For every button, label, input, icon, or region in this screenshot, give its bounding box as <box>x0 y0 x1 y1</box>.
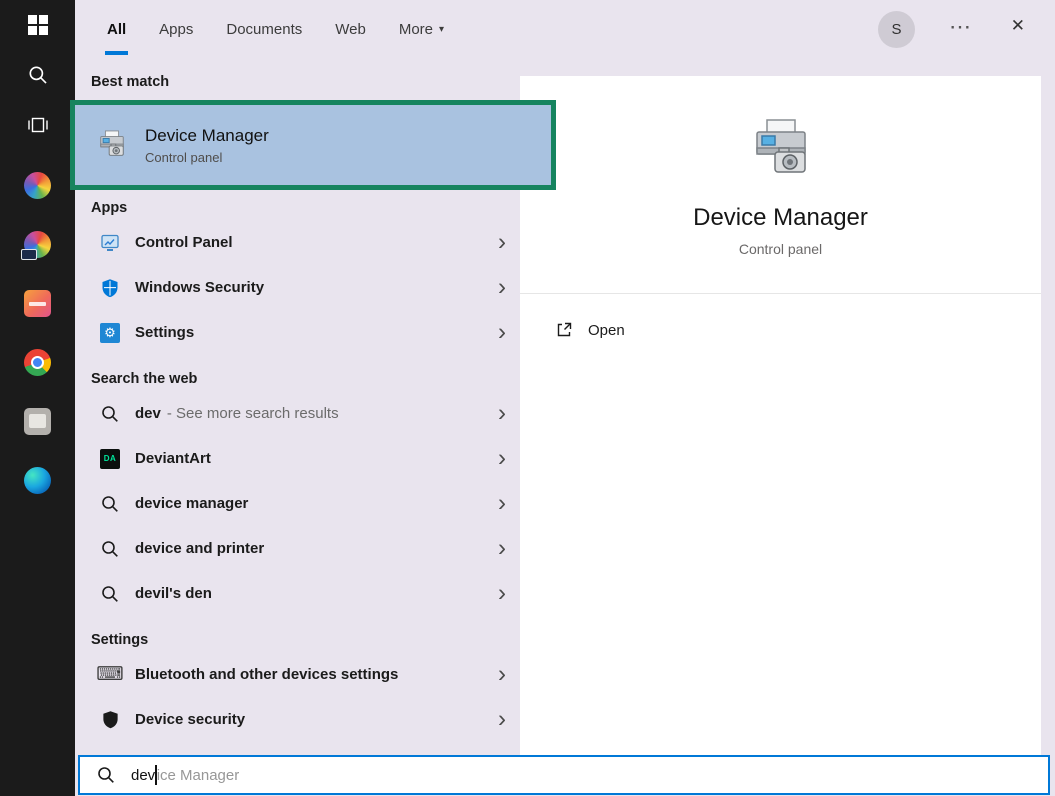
avatar-initial: S <box>891 21 901 38</box>
chrome-icon <box>24 349 51 376</box>
preview-subtitle: Control panel <box>739 241 822 257</box>
tab-web[interactable]: Web <box>335 0 366 58</box>
user-avatar[interactable]: S <box>878 11 915 48</box>
result-device-security[interactable]: Device security › <box>75 697 520 742</box>
tab-more[interactable]: More ▾ <box>399 0 444 58</box>
chevron-right-icon[interactable]: › <box>498 662 506 686</box>
section-apps: Apps <box>75 196 520 220</box>
results-panel: Best match Device Manager Control panel … <box>75 58 520 796</box>
taskbar-app-orange[interactable] <box>0 274 75 333</box>
result-label: Windows Security <box>135 279 264 296</box>
chevron-right-icon[interactable]: › <box>498 491 506 515</box>
result-label: Control Panel <box>135 234 233 251</box>
taskbar <box>0 0 75 796</box>
task-view-icon <box>26 114 50 136</box>
result-control-panel[interactable]: Control Panel › <box>75 220 520 265</box>
start-button[interactable] <box>0 0 75 50</box>
preview-panel: Device Manager Control panel Open <box>520 76 1041 755</box>
device-manager-icon <box>95 130 129 160</box>
chevron-right-icon[interactable]: › <box>498 320 506 344</box>
chevron-right-icon[interactable]: › <box>498 275 506 299</box>
best-match-text: Device Manager Control panel <box>145 126 269 165</box>
search-header: All Apps Documents Web More ▾ S ⋯ ✕ <box>75 0 1055 58</box>
device-manager-icon-large <box>744 118 818 182</box>
edge-icon <box>24 467 51 494</box>
open-label: Open <box>588 322 625 339</box>
section-best-match: Best match <box>75 70 520 94</box>
taskbar-app-photos[interactable] <box>0 392 75 451</box>
search-suggestion-text: ice Manager <box>157 767 240 784</box>
result-label: Bluetooth and other devices settings <box>135 666 398 683</box>
device-security-shield-icon <box>101 710 120 729</box>
more-options-icon[interactable]: ⋯ <box>949 16 971 38</box>
dropdown-arrow-icon: ▾ <box>439 24 444 35</box>
tab-documents[interactable]: Documents <box>226 0 302 58</box>
result-label: Device security <box>135 711 245 728</box>
microsoft-365-icon <box>24 231 51 258</box>
tab-label: Documents <box>226 21 302 38</box>
tab-label: Web <box>335 21 366 38</box>
close-icon[interactable]: ✕ <box>1011 17 1025 34</box>
open-action[interactable]: Open <box>520 320 1041 340</box>
result-bluetooth-devices-settings[interactable]: ⌨ Bluetooth and other devices settings › <box>75 652 520 697</box>
settings-gear-icon: ⚙ <box>100 323 120 343</box>
result-web-device-manager[interactable]: device manager › <box>75 481 520 526</box>
chevron-right-icon[interactable]: › <box>498 581 506 605</box>
taskbar-app-microsoft-365[interactable] <box>0 215 75 274</box>
windows-security-shield-icon <box>100 278 120 298</box>
result-label: device manager <box>135 495 248 512</box>
chevron-right-icon[interactable]: › <box>498 401 506 425</box>
result-web-dev[interactable]: dev - See more search results › <box>75 391 520 436</box>
devices-keyboard-icon: ⌨ <box>96 665 123 684</box>
result-note: - See more search results <box>167 405 339 422</box>
result-web-devils-den[interactable]: devil's den › <box>75 571 520 616</box>
chevron-right-icon[interactable]: › <box>498 536 506 560</box>
result-subtitle: Control panel <box>145 150 269 165</box>
annotation-highlight-box: Device Manager Control panel <box>70 100 556 190</box>
windows-logo-icon <box>28 15 48 35</box>
office-icon <box>24 172 51 199</box>
open-icon <box>554 320 574 340</box>
search-icon <box>100 584 120 604</box>
taskbar-app-office[interactable] <box>0 156 75 215</box>
result-label: DeviantArt <box>135 450 211 467</box>
search-typed-text: dev <box>131 767 155 784</box>
result-settings[interactable]: ⚙ Settings › <box>75 310 520 355</box>
search-input[interactable]: dev ice Manager <box>78 755 1050 795</box>
tab-label: More <box>399 21 433 38</box>
result-deviantart[interactable]: DA DeviantArt › <box>75 436 520 481</box>
result-web-device-and-printer[interactable]: device and printer › <box>75 526 520 571</box>
result-windows-security[interactable]: Windows Security › <box>75 265 520 310</box>
result-label: device and printer <box>135 540 264 557</box>
result-label: dev <box>135 405 161 422</box>
task-view-button[interactable] <box>0 100 75 150</box>
search-icon <box>100 404 120 424</box>
tab-apps[interactable]: Apps <box>159 0 193 58</box>
chevron-right-icon[interactable]: › <box>498 230 506 254</box>
tab-all[interactable]: All <box>107 0 126 58</box>
search-icon <box>100 494 120 514</box>
search-icon <box>27 64 49 86</box>
deviantart-icon: DA <box>100 449 120 469</box>
best-match-result[interactable]: Device Manager Control panel <box>75 105 551 185</box>
chevron-right-icon[interactable]: › <box>498 707 506 731</box>
orange-app-icon <box>24 290 51 317</box>
preview-title: Device Manager <box>693 204 868 232</box>
result-title: Device Manager <box>145 126 269 146</box>
result-label: Settings <box>135 324 194 341</box>
search-icon <box>96 765 116 785</box>
tab-label: All <box>107 21 126 38</box>
taskbar-app-edge[interactable] <box>0 451 75 510</box>
section-settings: Settings <box>75 628 520 652</box>
control-panel-icon <box>100 233 120 253</box>
result-label: devil's den <box>135 585 212 602</box>
search-icon <box>100 539 120 559</box>
taskbar-app-chrome[interactable] <box>0 333 75 392</box>
divider <box>520 293 1041 294</box>
tab-label: Apps <box>159 21 193 38</box>
photos-icon <box>24 408 51 435</box>
section-search-web: Search the web <box>75 367 520 391</box>
chevron-right-icon[interactable]: › <box>498 446 506 470</box>
taskbar-search-button[interactable] <box>0 50 75 100</box>
